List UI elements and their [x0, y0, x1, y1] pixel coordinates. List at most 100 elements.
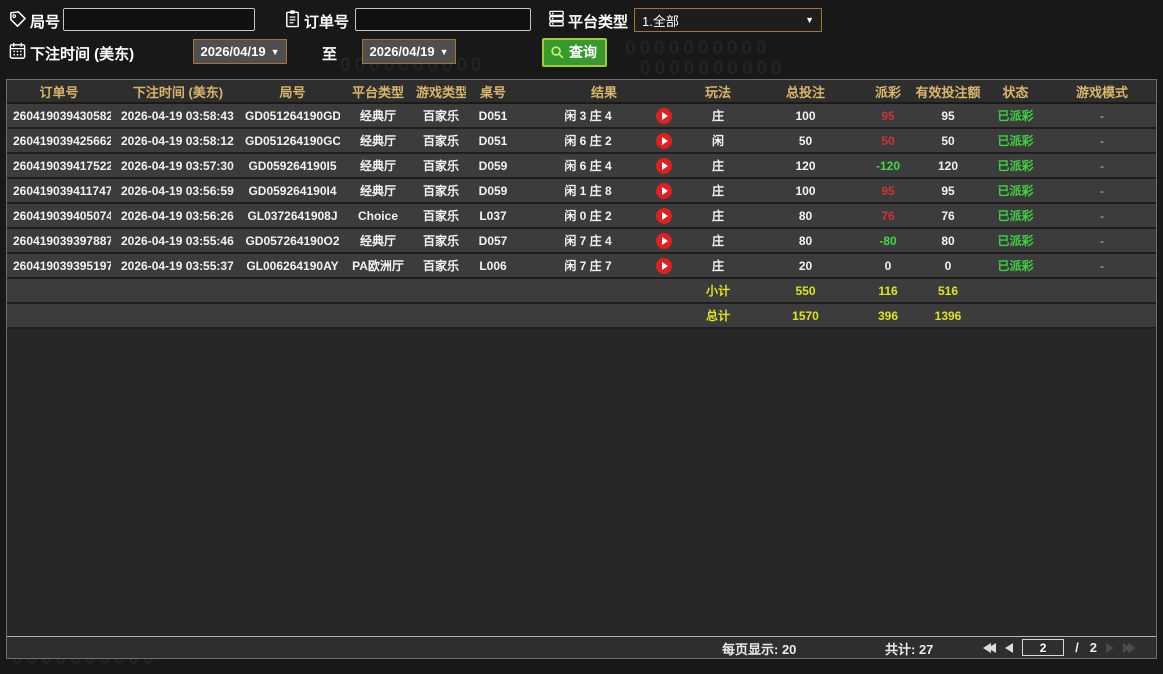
cell-game_type: 百家乐 — [416, 178, 466, 203]
table-row[interactable]: 2604190394256622026-04-19 03:58:12GD0512… — [7, 128, 1156, 153]
app-window: 0000000000 0000000000 0000000000 0000000… — [0, 0, 1163, 674]
cell-table_no: D051 — [466, 103, 520, 128]
next-page-button[interactable] — [1106, 643, 1114, 653]
play-icon[interactable] — [656, 133, 672, 149]
records-panel: 订单号 下注时间 (美东) 局号 平台类型 游戏类型 桌号 结果 玩法 总投注 … — [6, 79, 1157, 659]
page-separator: / — [1075, 640, 1079, 655]
table-row[interactable]: 2604190394175222026-04-19 03:57:30GD0592… — [7, 153, 1156, 178]
cell-game_mode: - — [1048, 228, 1156, 253]
cell-platform: 经典厅 — [340, 228, 416, 253]
pagination: / 2 — [983, 637, 1136, 658]
cell-bet_time: 2026-04-19 03:55:37 — [111, 253, 245, 278]
summary-cell: 1570 — [748, 303, 863, 328]
cell-game_mode: - — [1048, 103, 1156, 128]
summary-cell: 116 — [863, 278, 913, 303]
cell-table_no: D059 — [466, 153, 520, 178]
play-icon[interactable] — [656, 183, 672, 199]
per-page-label: 每页显示: 20 — [722, 639, 796, 658]
table-row[interactable]: 2604190394050742026-04-19 03:56:26GL0372… — [7, 203, 1156, 228]
summary-cell — [340, 303, 416, 328]
col-game-mode: 游戏模式 — [1048, 80, 1156, 103]
cell-order_id: 260419039411747 — [7, 178, 111, 203]
cell-platform: 经典厅 — [340, 103, 416, 128]
cell-valid_bet: 0 — [913, 253, 983, 278]
cell-valid_bet: 76 — [913, 203, 983, 228]
summary-cell — [7, 278, 111, 303]
summary-cell — [466, 278, 520, 303]
search-button[interactable]: 查询 — [542, 38, 607, 67]
cell-result: 闲 6 庄 2 — [520, 128, 688, 153]
cell-platform: Choice — [340, 203, 416, 228]
pager-bar: 每页显示: 20 共计: 27 / 2 — [7, 636, 1156, 658]
cell-game_mode: - — [1048, 128, 1156, 153]
play-icon[interactable] — [656, 208, 672, 224]
summary-cell — [245, 303, 340, 328]
result-text: 闲 7 庄 4 — [520, 232, 656, 249]
chevron-down-icon: ▼ — [805, 15, 814, 25]
summary-cell — [1048, 303, 1156, 328]
cell-game_mode: - — [1048, 153, 1156, 178]
cell-round_id: GD051264190GD — [245, 103, 340, 128]
summary-cell — [416, 303, 466, 328]
summary-cell — [520, 278, 688, 303]
summary-cell — [983, 303, 1048, 328]
play-icon[interactable] — [656, 158, 672, 174]
summary-cell — [983, 278, 1048, 303]
cell-order_id: 260419039430582 — [7, 103, 111, 128]
last-page-button[interactable] — [1123, 643, 1136, 653]
cell-order_id: 260419039397887 — [7, 228, 111, 253]
date-from-select[interactable]: 2026/04/19 ▼ — [193, 39, 287, 64]
cell-round_id: GD057264190O2 — [245, 228, 340, 253]
cell-round_id: GL0372641908J — [245, 203, 340, 228]
tag-icon — [8, 10, 27, 29]
result-text: 闲 3 庄 4 — [520, 107, 656, 124]
cell-payout: -80 — [863, 228, 913, 253]
first-page-button[interactable] — [983, 643, 996, 653]
round-number-input[interactable] — [63, 8, 255, 31]
summary-cell: 516 — [913, 278, 983, 303]
result-text: 闲 0 庄 2 — [520, 207, 656, 224]
table-row[interactable]: 2604190393978872026-04-19 03:55:46GD0572… — [7, 228, 1156, 253]
cell-payout: 95 — [863, 178, 913, 203]
cell-play: 庄 — [688, 153, 748, 178]
play-icon[interactable] — [656, 108, 672, 124]
chevron-down-icon: ▼ — [440, 47, 449, 57]
cell-status: 已派彩 — [983, 153, 1048, 178]
cell-round_id: GL006264190AY — [245, 253, 340, 278]
platform-type-select[interactable]: 1.全部 ▼ — [634, 8, 822, 32]
cell-game_type: 百家乐 — [416, 203, 466, 228]
cell-payout: -120 — [863, 153, 913, 178]
cell-platform: 经典厅 — [340, 178, 416, 203]
table-row[interactable]: 2604190394117472026-04-19 03:56:59GD0592… — [7, 178, 1156, 203]
order-number-input[interactable] — [355, 8, 531, 31]
table-row[interactable]: 2604190393951972026-04-19 03:55:37GL0062… — [7, 253, 1156, 278]
col-play: 玩法 — [688, 80, 748, 103]
table-row[interactable]: 2604190394305822026-04-19 03:58:43GD0512… — [7, 103, 1156, 128]
cell-valid_bet: 80 — [913, 228, 983, 253]
cell-bet_time: 2026-04-19 03:55:46 — [111, 228, 245, 253]
cell-play: 庄 — [688, 178, 748, 203]
clipboard-icon — [283, 9, 302, 28]
cell-round_id: GD051264190GC — [245, 128, 340, 153]
cell-payout: 50 — [863, 128, 913, 153]
cell-game_mode: - — [1048, 253, 1156, 278]
cell-status: 已派彩 — [983, 178, 1048, 203]
cell-status: 已派彩 — [983, 128, 1048, 153]
cell-bet_time: 2026-04-19 03:56:59 — [111, 178, 245, 203]
cell-order_id: 260419039417522 — [7, 153, 111, 178]
cell-status: 已派彩 — [983, 203, 1048, 228]
date-to-select[interactable]: 2026/04/19 ▼ — [362, 39, 456, 64]
cell-table_no: D059 — [466, 178, 520, 203]
play-icon[interactable] — [656, 258, 672, 274]
calendar-icon — [8, 41, 27, 60]
cell-result: 闲 7 庄 7 — [520, 253, 688, 278]
play-icon[interactable] — [656, 233, 672, 249]
col-table-no: 桌号 — [466, 80, 520, 103]
page-number-input[interactable] — [1022, 639, 1064, 656]
col-order-id: 订单号 — [7, 80, 111, 103]
prev-page-button[interactable] — [1005, 643, 1013, 653]
summary-cell — [340, 278, 416, 303]
col-status: 状态 — [983, 80, 1048, 103]
cell-table_no: L037 — [466, 203, 520, 228]
cell-result: 闲 0 庄 2 — [520, 203, 688, 228]
